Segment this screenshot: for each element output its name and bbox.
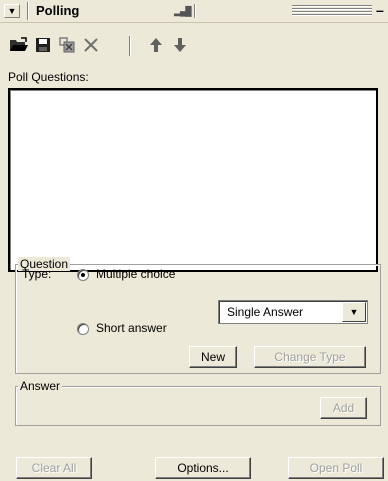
radio-selected-dot <box>81 273 85 277</box>
clear-results-icon <box>59 37 75 53</box>
delete-button[interactable] <box>80 34 102 56</box>
dropdown-button[interactable]: ▼ <box>342 302 366 322</box>
short-answer-label[interactable]: Short answer <box>96 321 167 335</box>
chevron-down-icon: ▼ <box>7 6 17 16</box>
answer-mode-value: Single Answer <box>227 305 304 319</box>
panel-title: Polling <box>36 3 80 18</box>
signal-strength-icon: ▂▄█ <box>174 6 192 16</box>
polling-toolbar <box>0 34 388 60</box>
collapse-panel-button[interactable]: ▼ <box>4 4 20 18</box>
minimize-panel-button[interactable]: – <box>376 2 384 18</box>
new-question-button[interactable]: New <box>189 346 237 368</box>
delete-icon <box>84 38 98 52</box>
poll-questions-list[interactable] <box>8 88 378 272</box>
change-type-button[interactable]: Change Type <box>254 346 366 368</box>
save-icon <box>36 38 50 52</box>
multiple-choice-radio[interactable] <box>77 269 89 281</box>
answer-group-label: Answer <box>18 379 63 393</box>
title-separator-2 <box>194 4 195 18</box>
clear-all-button[interactable]: Clear All <box>16 457 92 479</box>
toolbar-separator <box>129 36 130 56</box>
clear-results-button[interactable] <box>56 34 78 56</box>
move-up-button[interactable] <box>145 34 167 56</box>
panel-title-bar: ▼ Polling ▂▄█ – <box>0 0 388 23</box>
open-poll-button[interactable]: Open Poll <box>288 457 384 479</box>
triangle-down-icon: ▼ <box>349 307 359 317</box>
title-separator <box>27 2 28 20</box>
short-answer-radio[interactable] <box>77 323 89 335</box>
options-button[interactable]: Options... <box>155 457 251 479</box>
save-button[interactable] <box>32 34 54 56</box>
open-button[interactable] <box>8 34 30 56</box>
polling-panel: ▼ Polling ▂▄█ – Poll Questions: Question… <box>0 0 388 481</box>
multiple-choice-label[interactable]: Multiple choice <box>96 267 175 281</box>
open-folder-icon <box>10 37 28 51</box>
move-down-button[interactable] <box>169 34 191 56</box>
poll-questions-label: Poll Questions: <box>8 70 89 84</box>
move-down-icon <box>174 38 186 52</box>
type-label: Type: <box>22 267 52 281</box>
move-up-icon <box>150 38 162 52</box>
answer-mode-select[interactable]: Single Answer ▼ <box>218 300 368 324</box>
add-answer-button[interactable]: Add <box>320 397 367 419</box>
panel-grip-handle[interactable] <box>292 5 372 17</box>
